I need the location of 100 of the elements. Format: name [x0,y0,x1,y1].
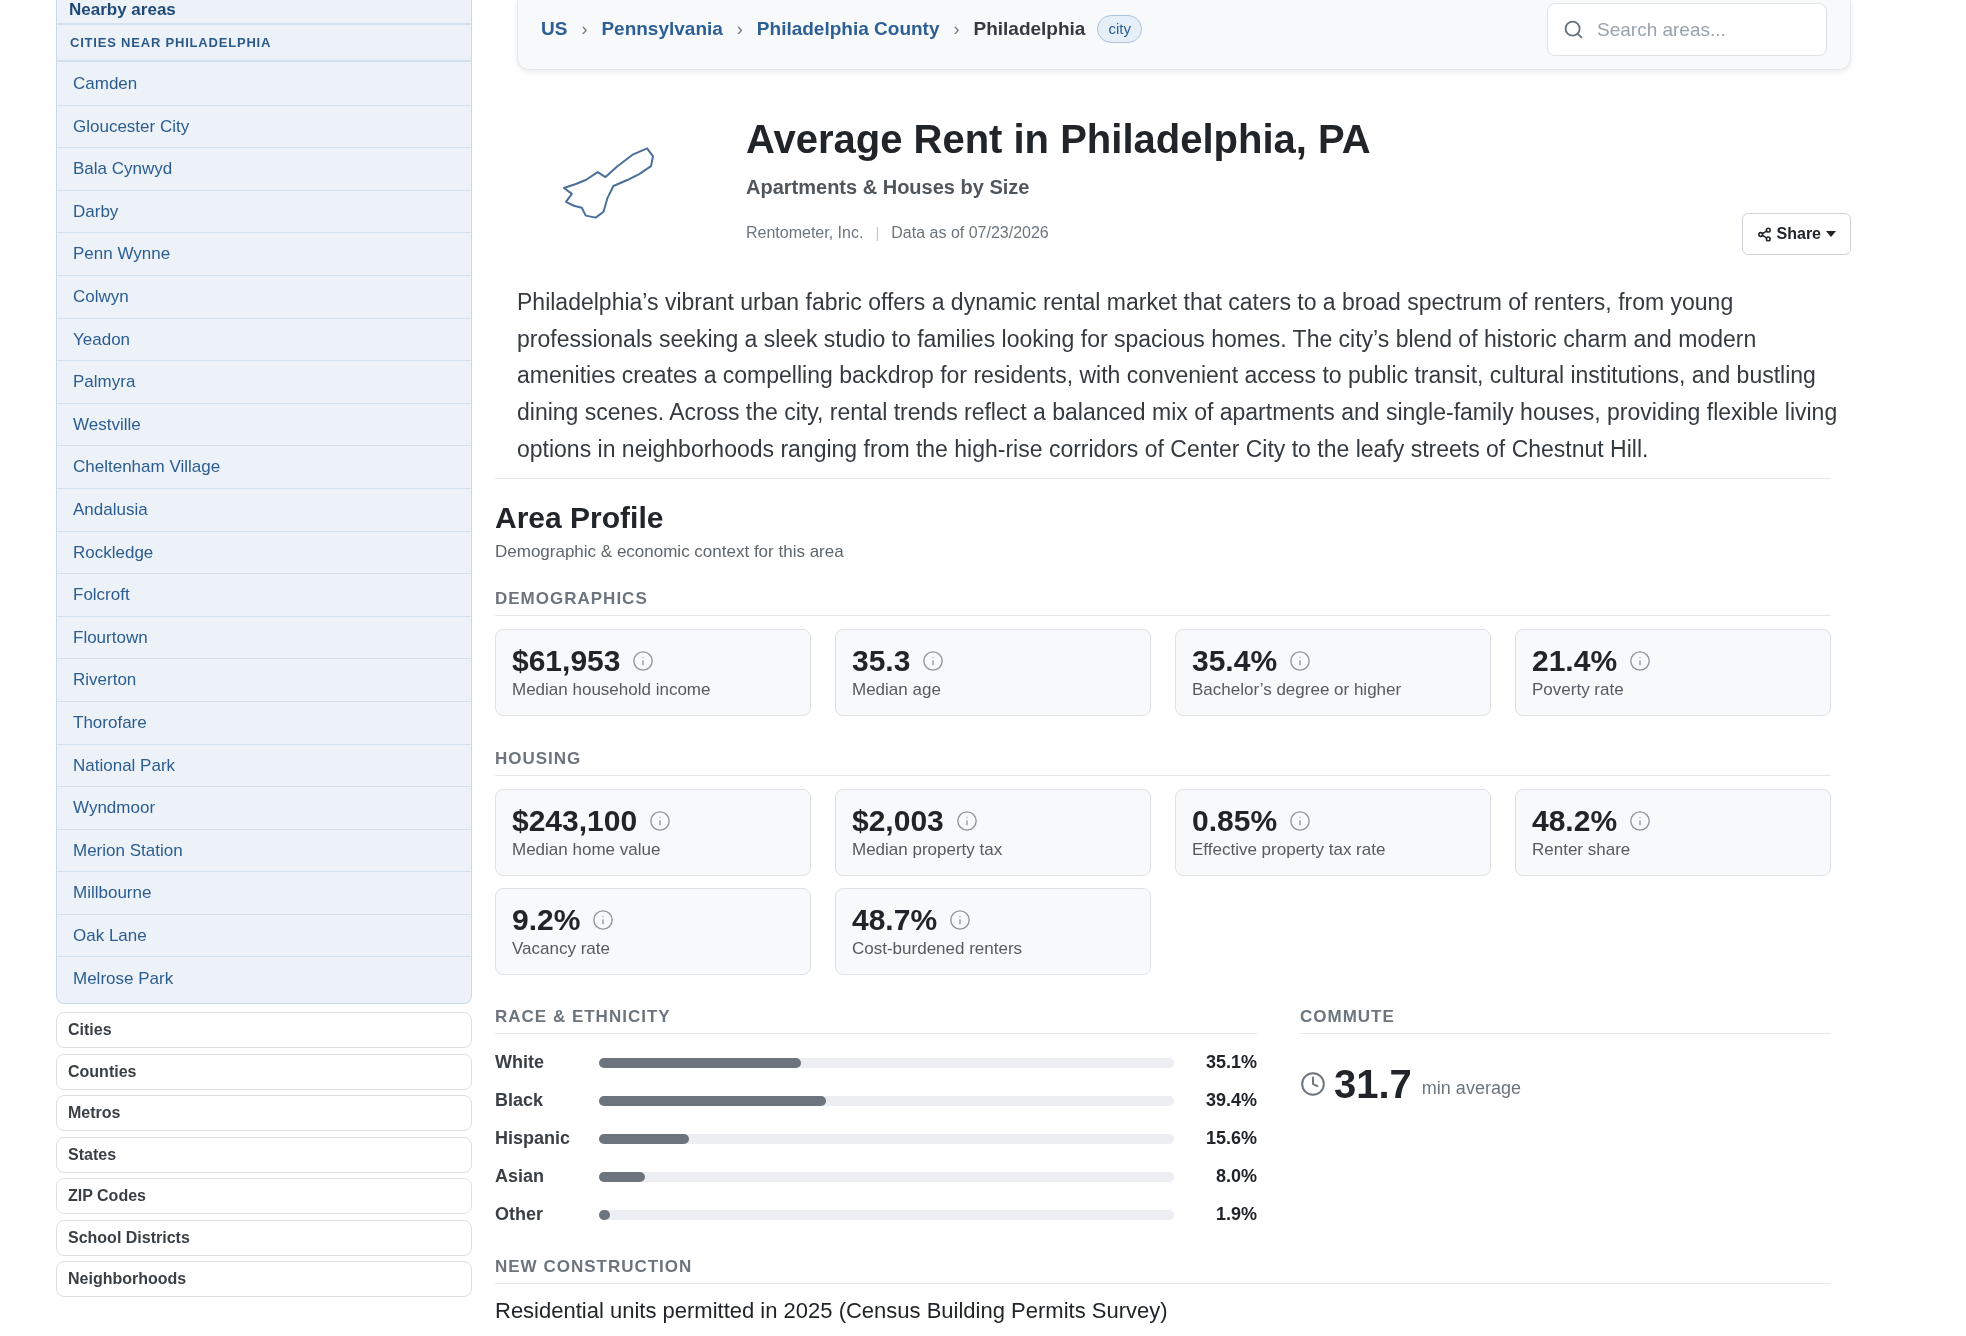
info-icon[interactable] [1289,650,1312,672]
nav-button[interactable]: Metros [56,1095,472,1132]
sidebar-link[interactable]: Cheltenham Village [73,454,221,480]
sidebar-link[interactable]: Camden [73,70,138,97]
bar-value: 39.4% [1204,1089,1257,1112]
stat-value: 0.85% [1192,803,1278,839]
caret-icon [1826,231,1836,237]
stat-value: 48.2% [1532,803,1618,839]
bar-label: Black [495,1089,545,1112]
nav-button[interactable]: Neighborhoods [56,1261,472,1298]
breadcrumb-separator: › [735,17,744,41]
section-heading: RACE & ETHNICITY [495,1006,671,1026]
search-icon [1563,19,1584,40]
sidebar-link[interactable]: Rockledge [73,539,154,566]
sidebar-link[interactable]: Colwyn [73,284,129,310]
stat-value: 21.4% [1532,643,1618,679]
sidebar-link[interactable]: Westville [73,411,141,438]
breadcrumb-separator: › [952,17,961,41]
page-title: Average Rent in Philadelphia, PA [746,116,1372,163]
breadcrumb-link[interactable]: US [541,14,568,44]
stat-value: $243,100 [512,803,638,839]
breadcrumb-link[interactable]: Pennsylvania [601,14,723,44]
type-badge: city [1097,14,1142,44]
sidebar-link[interactable]: Thorofare [73,709,147,736]
nav-button[interactable]: Cities [56,1012,472,1049]
nav-button[interactable]: States [56,1136,472,1173]
stat-label: Median household income [512,679,712,701]
construction-caption: Residential units permitted in 2025 (Census Building Permits Survey) [495,1296,1169,1325]
section-heading: HOUSING [495,748,582,768]
share-icon [1756,226,1772,242]
info-icon[interactable] [1629,650,1652,672]
search-field[interactable]: Search areas... [1547,3,1827,56]
info-icon[interactable] [649,810,672,832]
clock-icon [1300,1070,1326,1097]
share-button[interactable]: Share [1741,213,1851,255]
stat-label: Renter share [1532,839,1632,861]
stat-label: Poverty rate [1532,679,1625,701]
stat-value: $61,953 [512,643,621,679]
stat-label: Effective property tax rate [1192,839,1387,861]
info-icon[interactable] [1629,810,1652,832]
info-icon[interactable] [632,650,655,672]
section-heading: DEMOGRAPHICS [495,588,648,608]
stat-label: Median age [852,679,942,701]
section-heading: CITIES NEAR PHILADELPHIA [70,33,272,52]
sidebar-link[interactable]: Yeadon [73,326,131,353]
bar-value: 35.1% [1204,1051,1257,1074]
sidebar-link[interactable]: Darby [73,198,119,225]
breadcrumb-separator: › [580,17,589,41]
stat-value: 9.2% [512,902,581,938]
sidebar-link[interactable]: Oak Lane [73,922,147,949]
section-heading: COMMUTE [1300,1006,1395,1026]
stat-label: Bachelor’s degree or higher [1192,679,1403,701]
sidebar-link[interactable]: Riverton [73,667,137,693]
sidebar-link[interactable]: Millbourne [73,880,152,906]
bar-value: 8.0% [1214,1165,1257,1188]
bar-label: Hispanic [495,1127,572,1150]
info-icon[interactable] [922,650,945,672]
commute-value: 31.7 [1334,1061,1412,1106]
sidebar-link[interactable]: Folcroft [73,582,130,608]
stat-label: Vacancy rate [512,938,611,960]
meta-text: Data as of 07/23/2026 [891,223,1049,243]
meta-separator: | [874,222,881,243]
bar-label: White [495,1051,545,1074]
stat-value: 35.3 [852,643,911,679]
commute-unit: min average [1421,1077,1521,1100]
nav-button[interactable]: Counties [56,1053,472,1090]
stat-label: Median property tax [852,839,1004,861]
sidebar-link[interactable]: National Park [73,752,176,779]
info-icon[interactable] [949,909,972,931]
stat-label: Median home value [512,839,662,861]
sidebar-link[interactable]: Bala Cynwyd [73,156,173,182]
description-paragraph: Philadelphia’s vibrant urban fabric offers a dynamic rental market that caters to a broad spectrum of renters, from young professionals seeking a sleek studio to families looking for spacious homes. The city’s blend of historic charm and modern amenities creates a compelling backdrop for residents, with convenient access to public transit, cultural institutions, and bustling dining scenes. Across the city, rental trends reflect a balanced mix of apartments and single-family houses, providing flexible living options in neighborhoods ranging from the high-rise corridors of Center City to the leafy streets of Chestnut Hill. [517,288,1839,464]
stat-label: Cost-burdened renters [852,938,1024,960]
bar-value: 1.9% [1214,1203,1257,1226]
sidebar-link[interactable]: Melrose Park [73,965,174,991]
bar-label: Other [495,1203,544,1226]
breadcrumb-current: Philadelphia [973,16,1086,41]
sidebar-link[interactable]: Penn Wynne [73,241,171,267]
section-title: Area Profile [495,499,665,536]
sidebar-link[interactable]: Gloucester City [73,113,190,140]
map-outline-icon [562,144,655,222]
stat-value: $2,003 [852,803,944,839]
sidebar-link[interactable]: Merion Station [73,837,183,864]
bar-value: 15.6% [1204,1127,1257,1150]
sidebar-link[interactable]: Palmyra [73,369,136,395]
info-icon[interactable] [1289,810,1312,832]
bar-label: Asian [495,1165,546,1188]
stat-value: 35.4% [1192,643,1278,679]
sidebar-link[interactable]: Flourtown [73,624,148,651]
info-icon[interactable] [592,909,615,931]
sidebar-link[interactable]: Wyndmoor [73,795,156,821]
nav-button[interactable]: ZIP Codes [56,1178,472,1215]
page-subtitle: Apartments & Houses by Size [746,175,1031,200]
breadcrumb-link[interactable]: Philadelphia County [756,14,940,44]
stat-value: 48.7% [852,902,938,938]
sidebar-link[interactable]: Andalusia [73,497,148,523]
section-heading: NEW CONSTRUCTION [495,1256,693,1276]
meta-text: Rentometer, Inc. [746,223,864,243]
info-icon[interactable] [955,810,978,832]
nav-button[interactable]: School Districts [56,1219,472,1256]
